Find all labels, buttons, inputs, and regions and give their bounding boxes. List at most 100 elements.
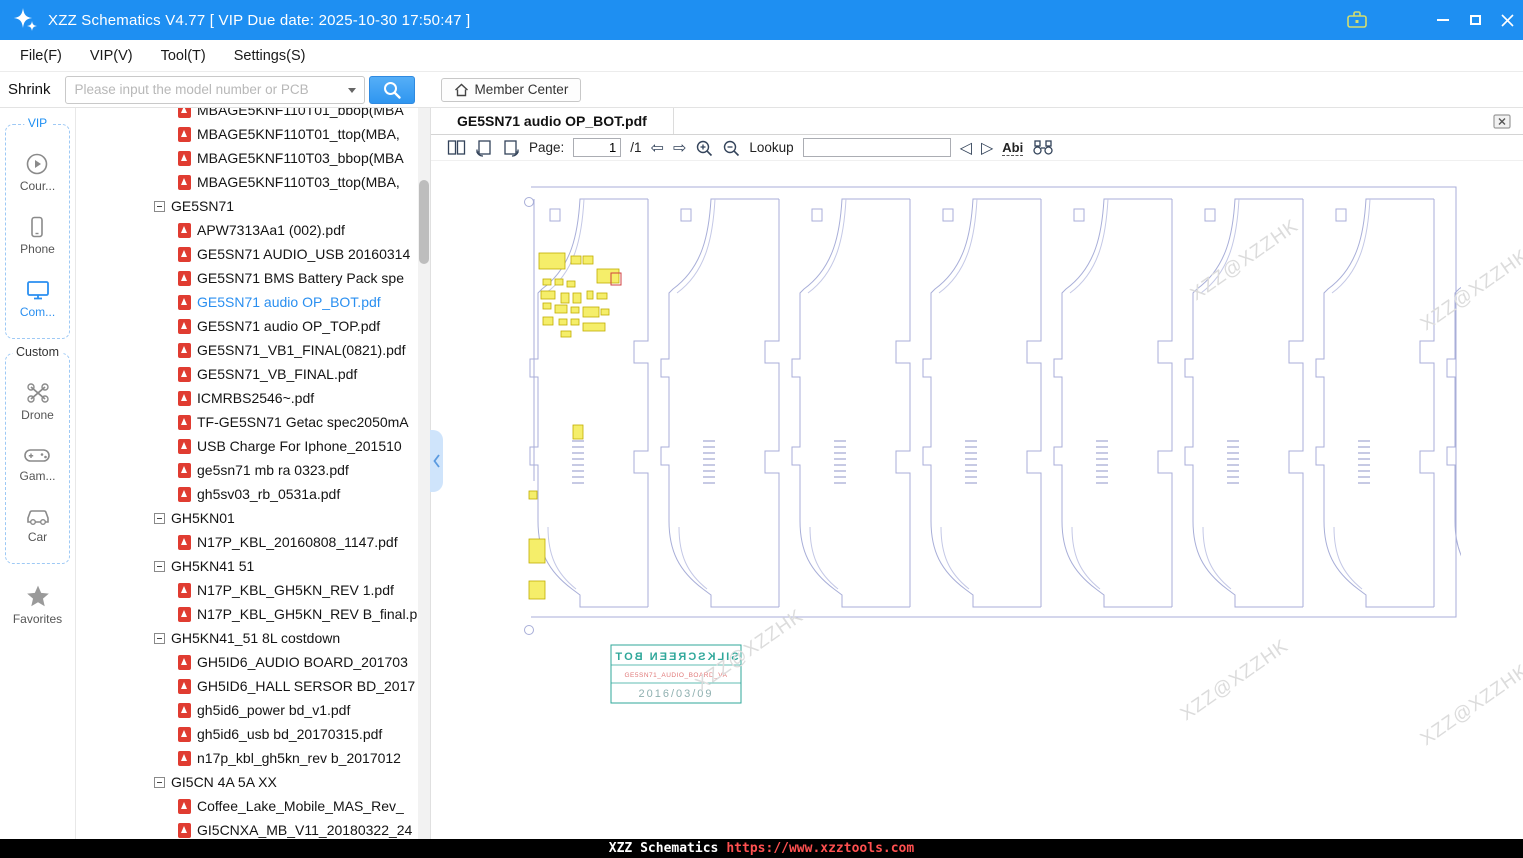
zoom-in-icon xyxy=(697,140,713,156)
two-page-view-button[interactable] xyxy=(447,139,466,156)
statusbar-url[interactable]: https://www.xzztools.com xyxy=(726,841,914,856)
tree-item[interactable]: TF-GE5SN71 Getac spec2050mA xyxy=(154,410,430,434)
vip-briefcase-icon[interactable] xyxy=(1345,8,1369,32)
search-button[interactable] xyxy=(368,75,415,104)
find-previous-button[interactable]: ◁ xyxy=(960,139,972,156)
tree-item[interactable]: gh5id6_usb bd_20170315.pdf xyxy=(154,722,430,746)
tree-scrollbar[interactable] xyxy=(418,108,430,839)
sidebar-item-drone[interactable]: Drone xyxy=(21,381,54,422)
previous-page-button[interactable]: ⇦ xyxy=(651,139,664,156)
sidebar-item-game[interactable]: Gam... xyxy=(19,444,56,483)
tree-item[interactable]: Coffee_Lake_Mobile_MAS_Rev_ xyxy=(154,794,430,818)
page-number-input[interactable] xyxy=(573,138,622,157)
zoom-out-button[interactable] xyxy=(722,139,740,157)
menu-vip[interactable]: VIP(V) xyxy=(76,40,147,72)
tree-item[interactable]: GE5SN71_VB_FINAL.pdf xyxy=(154,362,430,386)
tree-item[interactable]: N17P_KBL_GH5KN_REV B_final.p xyxy=(154,602,430,626)
collapse-minus-icon[interactable] xyxy=(154,200,165,212)
tree-item[interactable]: gh5id6_power bd_v1.pdf xyxy=(154,698,430,722)
tree-item[interactable]: GE5SN71 AUDIO_USB 20160314 xyxy=(154,242,430,266)
tree-item[interactable]: ge5sn71 mb ra 0323.pdf xyxy=(154,458,430,482)
document-tab[interactable]: GE5SN71 audio OP_BOT.pdf xyxy=(431,108,674,134)
pdf-file-icon xyxy=(178,750,191,766)
tree-item[interactable]: APW7313Aa1 (002).pdf xyxy=(154,218,430,242)
match-case-button[interactable]: Abi xyxy=(1002,140,1024,156)
tree-item[interactable]: GH5KN41 51 xyxy=(154,554,430,578)
board-outlines xyxy=(529,198,1461,608)
pdf-file-icon xyxy=(178,246,191,262)
tree-item[interactable]: MBAGE5KNF110T03_ttop(MBA, xyxy=(154,170,430,194)
main-area: VIP Cour... Phone Com... Custom Drone Ga… xyxy=(0,108,1523,839)
menu-settings[interactable]: Settings(S) xyxy=(220,40,320,72)
tree-item[interactable]: MBAGE5KNF110T01_ttop(MBA, xyxy=(154,122,430,146)
menubar: File(F) VIP(V) Tool(T) Settings(S) xyxy=(0,40,1523,72)
chevron-left-icon xyxy=(433,454,440,468)
tree-item[interactable]: MBAGE5KNF110T03_bbop(MBA xyxy=(154,146,430,170)
collapse-minus-icon[interactable] xyxy=(154,560,165,572)
tree-item[interactable]: GI5CN 4A 5A XX xyxy=(154,770,430,794)
tree-item-label: GE5SN71 xyxy=(171,198,235,214)
tree-item[interactable]: MBAGE5KNF110T01_bbop(MBA xyxy=(154,108,430,122)
tree-item[interactable]: N17P_KBL_GH5KN_REV 1.pdf xyxy=(154,578,430,602)
sidebar-item-label: Drone xyxy=(21,408,54,422)
pdf-file-icon xyxy=(178,174,191,190)
pdf-file-icon xyxy=(178,798,191,814)
panel-collapse-handle[interactable] xyxy=(430,430,443,492)
find-next-button[interactable]: ▷ xyxy=(981,139,993,156)
member-center-button[interactable]: Member Center xyxy=(440,77,582,102)
sidebar-item-label: Com... xyxy=(19,305,56,319)
collapse-minus-icon[interactable] xyxy=(154,776,165,788)
tree-item[interactable]: GI5CNXA_MB_V11_20180322_24 xyxy=(154,818,430,839)
close-document-button[interactable] xyxy=(1493,113,1511,129)
pdf-file-icon xyxy=(178,486,191,502)
tree-scrollbar-thumb[interactable] xyxy=(419,180,429,264)
pdf-file-icon xyxy=(178,318,191,334)
search-in-document-button[interactable] xyxy=(1032,139,1054,156)
tree-item[interactable]: GE5SN71_VB1_FINAL(0821).pdf xyxy=(154,338,430,362)
collapse-minus-icon[interactable] xyxy=(154,512,165,524)
sidebar-item-phone[interactable]: Phone xyxy=(20,215,55,256)
rotate-left-button[interactable] xyxy=(475,139,493,157)
lookup-input[interactable] xyxy=(802,138,951,157)
sidebar-item-car[interactable]: Car xyxy=(24,505,52,544)
collapse-minus-icon[interactable] xyxy=(154,632,165,644)
tree-item[interactable]: GH5KN01 xyxy=(154,506,430,530)
menu-file[interactable]: File(F) xyxy=(6,40,76,72)
tree-item[interactable]: ICMRBS2546~.pdf xyxy=(154,386,430,410)
sidebar-item-favorites[interactable]: Favorites xyxy=(0,584,75,626)
tree-item[interactable]: GE5SN71 BMS Battery Pack spe xyxy=(154,266,430,290)
rotate-right-button[interactable] xyxy=(502,139,520,157)
pdf-canvas[interactable]: SILKSCREEN BOT GE5SN71_AUDIO_BOARD_VA 20… xyxy=(431,161,1523,839)
tree-item[interactable]: gh5sv03_rb_0531a.pdf xyxy=(154,482,430,506)
tree-item[interactable]: GH5KN41_51 8L costdown xyxy=(154,626,430,650)
tree-item[interactable]: n17p_kbl_gh5kn_rev b_2017012 xyxy=(154,746,430,770)
minimize-button[interactable] xyxy=(1427,0,1459,40)
tree-item[interactable]: GE5SN71 audio OP_BOT.pdf xyxy=(154,290,430,314)
pdf-file-icon xyxy=(178,108,191,118)
zoom-out-icon xyxy=(724,140,740,156)
pdf-file-icon xyxy=(178,342,191,358)
tree-item-label: GE5SN71 AUDIO_USB 20160314 xyxy=(197,246,411,262)
zoom-in-button[interactable] xyxy=(695,139,713,157)
tree-item[interactable]: N17P_KBL_20160808_1147.pdf xyxy=(154,530,430,554)
tree-item-label: gh5id6_usb bd_20170315.pdf xyxy=(197,726,383,742)
tree-item[interactable]: GH5ID6_AUDIO BOARD_201703 xyxy=(154,650,430,674)
sidebar-item-computer[interactable]: Com... xyxy=(20,278,55,319)
maximize-button[interactable] xyxy=(1459,0,1491,40)
tree-item[interactable]: GE5SN71 xyxy=(154,194,430,218)
sidebar-item-label: Phone xyxy=(20,242,55,256)
tree-item[interactable]: GH5ID6_HALL SERSOR BD_2017 xyxy=(154,674,430,698)
sidebar-item-label: Cour... xyxy=(19,179,56,193)
document-tabbar: GE5SN71 audio OP_BOT.pdf xyxy=(431,108,1523,135)
next-page-button[interactable]: ⇨ xyxy=(673,139,686,156)
search-input[interactable] xyxy=(64,75,365,104)
menu-tool[interactable]: Tool(T) xyxy=(147,40,220,72)
tree-item[interactable]: GE5SN71 audio OP_TOP.pdf xyxy=(154,314,430,338)
tree-item[interactable]: USB Charge For Iphone_201510 xyxy=(154,434,430,458)
close-button[interactable] xyxy=(1491,0,1523,40)
tree-item-label: GI5CNXA_MB_V11_20180322_24 xyxy=(197,822,413,838)
dropdown-arrow-icon[interactable] xyxy=(347,87,356,93)
shrink-button[interactable]: Shrink xyxy=(8,81,51,98)
sidebar-item-course[interactable]: Cour... xyxy=(20,152,55,193)
pdf-file-icon xyxy=(178,534,191,550)
